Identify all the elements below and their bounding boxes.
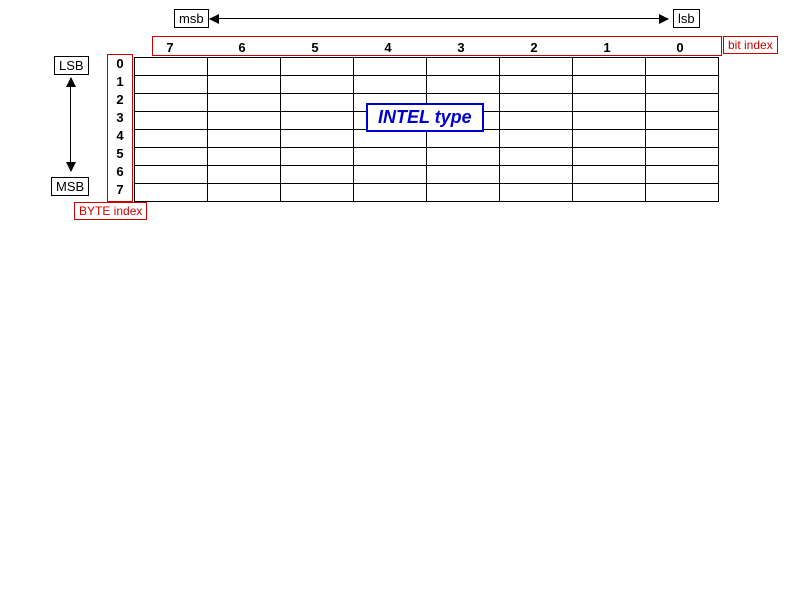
row-header: 0 — [113, 55, 127, 73]
col-header: 5 — [279, 40, 351, 55]
row-header: 2 — [113, 91, 127, 109]
top-lsb-box: lsb — [673, 9, 700, 28]
left-lsb-box: LSB — [54, 56, 89, 75]
row-header: 6 — [113, 163, 127, 181]
row-header: 5 — [113, 145, 127, 163]
col-header: 0 — [644, 40, 716, 55]
top-msb-box: msb — [174, 9, 209, 28]
intel-type-label: INTEL type — [366, 103, 484, 132]
bit-index-label: bit index — [723, 36, 778, 54]
col-header: 1 — [571, 40, 643, 55]
left-arrow — [70, 78, 71, 171]
top-arrow — [210, 18, 668, 19]
row-header: 7 — [113, 181, 127, 199]
col-header: 2 — [498, 40, 570, 55]
byte-index-label: BYTE index — [74, 202, 147, 220]
row-header: 4 — [113, 127, 127, 145]
col-header: 4 — [352, 40, 424, 55]
left-msb-box: MSB — [51, 177, 89, 196]
row-header: 3 — [113, 109, 127, 127]
row-header: 1 — [113, 73, 127, 91]
col-header: 7 — [134, 40, 206, 55]
col-header: 3 — [425, 40, 497, 55]
col-header: 6 — [206, 40, 278, 55]
